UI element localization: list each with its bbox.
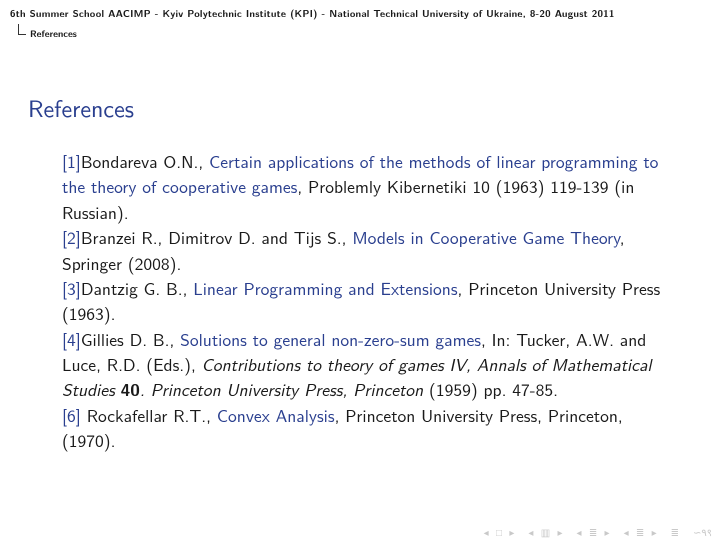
ref-authors: Gillies D. B., (81, 327, 180, 352)
ref-authors: Bondareva O.N., (81, 149, 209, 174)
ref-num: [2] (62, 225, 81, 250)
ref-italic: . Princeton University Press, Princeton (140, 377, 423, 402)
reference-item: [1]Bondareva O.N., Certain applications … (62, 149, 670, 225)
ref-authors: Branzei R., Dimitrov D. and Tijs S., (81, 225, 352, 250)
reference-item: [2]Branzei R., Dimitrov D. and Tijs S., … (62, 225, 670, 276)
slide-content: References [1]Bondareva O.N., Certain ap… (0, 40, 728, 454)
ref-authors: Dantzig G. B., (81, 276, 193, 301)
nav-section-icon[interactable]: ◂ ▥ ▸ (528, 525, 564, 540)
nav-goto-icon[interactable]: ≣ (671, 525, 681, 540)
beamer-nav: ◂ □ ▸ ◂ ▥ ▸ ◂ ≣ ▸ ◂ ≣ ▸ ≣ ∽۹९ (484, 525, 714, 540)
ref-num: [3] (62, 276, 81, 301)
page-title: References (28, 90, 670, 125)
nav-back-icon[interactable]: ◂ □ ▸ (484, 525, 517, 540)
reference-item: [3]Dantzig G. B., Linear Programming and… (62, 276, 670, 327)
reference-item: [6] Rockafellar R.T., Convex Analysis, P… (62, 403, 670, 454)
ref-title: Linear Programming and Extensions (193, 276, 457, 301)
nav-search-icon[interactable]: ∽۹९ (693, 525, 714, 540)
references-list: [1]Bondareva O.N., Certain applications … (28, 149, 670, 454)
ref-title: Models in Cooperative Game Theory (352, 225, 619, 250)
ref-num: [4] (62, 327, 81, 352)
ref-title: Convex Analysis (217, 403, 335, 428)
ref-rest: (1959) pp. 47-85. (423, 377, 558, 402)
ref-num: [1] (62, 149, 81, 174)
ref-authors: Rockafellar R.T., (81, 403, 217, 428)
ref-title: Solutions to general non-zero-sum games (180, 327, 481, 352)
ref-num: [6] (62, 403, 81, 428)
nav-frame-icon[interactable]: ◂ ≣ ▸ (624, 525, 659, 540)
ref-bold: 40 (121, 377, 140, 402)
breadcrumb: References (0, 22, 728, 40)
nav-subsection-icon[interactable]: ◂ ≣ ▸ (577, 525, 612, 540)
reference-item: [4]Gillies D. B., Solutions to general n… (62, 327, 670, 403)
header-line: 6th Summer School AACIMP - Kyiv Polytech… (0, 0, 728, 22)
